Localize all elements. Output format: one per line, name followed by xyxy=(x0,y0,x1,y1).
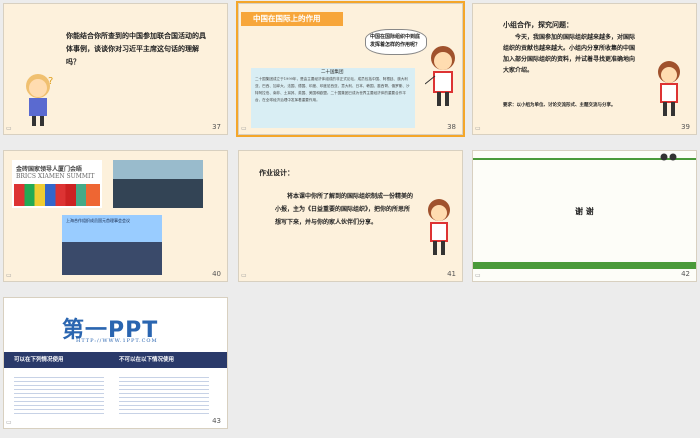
can-use-title: 可以在下列情况使用 xyxy=(14,357,64,363)
section-header: 中国在国际上的作用 xyxy=(253,14,321,23)
slide-number: 38 xyxy=(447,123,456,131)
bubble-text: 中国在国际组织中到底发挥着怎样的作用呢？ xyxy=(370,34,421,48)
slide-42[interactable]: 谢 谢 ▭ 42 xyxy=(472,150,697,282)
slide-41[interactable]: 作业设计： 将本课中你所了解到的国际组织制成一份精美的小报，主为《日益重要的国际… xyxy=(238,150,463,282)
slide-text: 将本课中你所了解到的国际组织制成一份精美的小报，主为《日益重要的国际组织》，把你… xyxy=(275,193,414,226)
slide-number: 40 xyxy=(212,270,221,278)
slide-number: 39 xyxy=(681,123,690,131)
birds-icon xyxy=(660,153,677,161)
thanks-text: 谢 谢 xyxy=(575,206,594,216)
slide-38[interactable]: 中国在国际上的作用 中国在国际组织中到底发挥着怎样的作用呢？ 二十国集团 二十国… xyxy=(236,1,465,137)
slide-number: 43 xyxy=(212,417,221,425)
slide-text: 今天，我国参加的国际组织越来越多，对国际组织的贡献也越来越大。小组内分享所收集的… xyxy=(503,34,636,74)
slide-40[interactable]: 金砖国家领导人厦门会晤 BRICS XIAMEN SUMMIT 上海合作组织成员… xyxy=(3,150,228,282)
svg-text:?: ? xyxy=(48,76,53,87)
slide-37[interactable]: 你能结合你所查到的中国参加联合国活动的具体事例，谈谈你对习近平主席这句话的理解吗… xyxy=(3,3,228,135)
info-box-title: 二十国集团 xyxy=(321,70,344,75)
slide-title: 小组合作，探究问题： xyxy=(503,20,573,29)
info-box: 二十国集团 二十国集团成立于1999年，是由主要经济体组成的非正式论坛，成员包括… xyxy=(251,68,415,128)
slide-39[interactable]: 小组合作，探究问题： 今天，我国参加的国际组织越来越多，对国际组织的贡献也越来越… xyxy=(472,3,697,135)
girl-illustration: ? xyxy=(26,74,53,126)
can-use-list xyxy=(14,374,104,414)
girl-illustration xyxy=(658,61,680,116)
sco-photo: 上海合作组织成员国元首理事会会议 xyxy=(62,215,162,275)
brics-photo: 金砖国家领导人厦门会晤 BRICS XIAMEN SUMMIT xyxy=(12,160,102,208)
girl-illustration xyxy=(425,46,455,106)
summit-photo xyxy=(113,160,203,208)
slide-number: 42 xyxy=(681,270,690,278)
info-box-text: 二十国集团成立于1999年，是由主要经济体组成的非正式论坛，成员包括中国、阿根廷… xyxy=(255,77,410,102)
slide-text: 你能结合你所查到的中国参加联合国活动的具体事例，谈谈你对习近平主席这句话的理解吗… xyxy=(66,31,206,66)
slide-title: 作业设计： xyxy=(259,168,294,177)
cannot-use-title: 不可以在以下情况使用 xyxy=(119,357,175,363)
slide-number: 41 xyxy=(447,270,456,278)
slide-number: 37 xyxy=(212,123,221,131)
cannot-use-list xyxy=(119,374,209,414)
slide-43[interactable]: 第一PPT HTTP://WWW.1PPT.COM 可以在下列情况使用 不可以在… xyxy=(3,297,228,429)
requirement-text: 要求：以小组为单位、讨论交流形式、主题交流与分享。 xyxy=(503,103,616,108)
logo-url: HTTP://WWW.1PPT.COM xyxy=(76,338,158,344)
girl-illustration xyxy=(428,199,450,255)
